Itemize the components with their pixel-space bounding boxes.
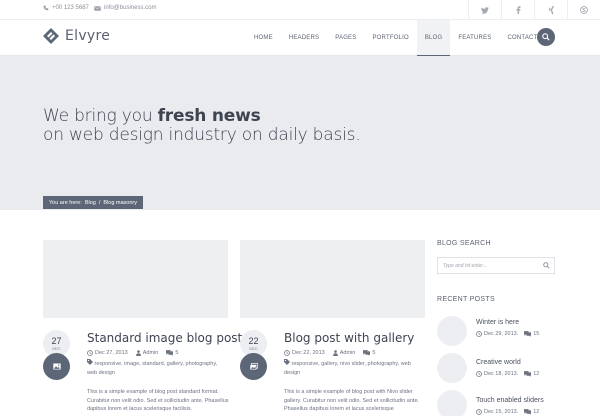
image-icon: [52, 363, 61, 370]
clock-icon: [476, 409, 482, 415]
post-meta: Dec 27, 2013 Admin 5: [87, 350, 178, 356]
search-placeholder: Type and hit enter...: [443, 263, 487, 269]
post-tags[interactable]: responsive, image, standard, gallery, ph…: [87, 359, 227, 378]
tag-icon: [87, 359, 93, 365]
post-format-badge: [240, 353, 267, 380]
recent-posts-heading: RECENT POSTS: [437, 296, 495, 303]
hero-highlight: fresh news: [157, 106, 261, 126]
post-date: Dec 27, 2013: [87, 350, 128, 356]
phone-icon: [43, 5, 49, 11]
clock-icon: [476, 331, 482, 337]
tag-icon: [284, 359, 290, 365]
comments-icon: [363, 350, 371, 356]
post-gallery-placeholder[interactable]: [240, 240, 425, 318]
breadcrumb-prefix: You are here:: [49, 199, 82, 206]
search-icon[interactable]: [543, 262, 550, 269]
logo-icon: [43, 28, 59, 44]
recent-post-title[interactable]: Touch enabled sliders: [476, 397, 544, 404]
post-date-month: DEC: [249, 345, 258, 351]
recent-post-thumb[interactable]: [437, 316, 467, 346]
post-image-placeholder[interactable]: [43, 240, 228, 318]
clock-icon: [476, 371, 482, 377]
top-bar: +00 123 5687 info@business.com: [0, 0, 600, 20]
social-links: [468, 0, 600, 20]
blog-search-heading: BLOG SEARCH: [437, 240, 491, 247]
post-comments[interactable]: 5: [363, 350, 375, 356]
site-header: Elvyre HOME HEADERS PAGES PORTFOLIO BLOG…: [0, 20, 600, 57]
twitter-icon[interactable]: [468, 0, 501, 20]
gallery-icon: [249, 363, 258, 370]
comments-icon: [524, 371, 532, 377]
recent-post-meta: Dec 15, 2013. 12: [476, 409, 539, 415]
page-hero: We bring you fresh news on web design in…: [0, 56, 600, 210]
nav-item-features[interactable]: FEATURES: [450, 20, 499, 56]
breadcrumb-link-blog[interactable]: Blog: [85, 200, 96, 206]
user-icon: [332, 350, 338, 356]
clock-icon: [284, 350, 290, 356]
nav-item-pages[interactable]: PAGES: [327, 20, 364, 56]
phone-number: +00 123 5687: [52, 5, 89, 11]
hero-headline-line1: We bring you fresh news: [43, 106, 261, 126]
post-date-month: DEC: [52, 345, 61, 351]
header-search-button[interactable]: [537, 28, 555, 46]
post-title[interactable]: Standard image blog post: [87, 331, 242, 345]
nav-item-blog[interactable]: BLOG: [416, 20, 451, 57]
post-date-day: 22: [248, 335, 259, 346]
post-format-badge: [43, 353, 70, 380]
breadcrumb-current: Blog masonry: [103, 199, 138, 206]
recent-post-title[interactable]: Creative world: [476, 359, 521, 366]
brand-name: Elvyre: [65, 28, 111, 44]
nav-item-portfolio[interactable]: PORTFOLIO: [364, 20, 416, 56]
recent-post-thumb[interactable]: [437, 353, 467, 383]
email-address[interactable]: info@business.com: [104, 5, 156, 11]
post-author[interactable]: Admin: [135, 350, 158, 356]
main-nav: HOME HEADERS PAGES PORTFOLIO BLOG FEATUR…: [246, 20, 545, 57]
recent-post-thumb[interactable]: [437, 390, 467, 416]
post-author[interactable]: Admin: [332, 350, 355, 356]
blog-search-input[interactable]: Type and hit enter...: [437, 257, 555, 274]
recent-post-title[interactable]: Winter is here: [476, 319, 519, 326]
post-excerpt: This is a simple example of blog post wi…: [284, 389, 420, 412]
site-logo[interactable]: Elvyre: [43, 28, 110, 44]
comments-icon: [524, 331, 532, 337]
email-contact[interactable]: info@business.com: [94, 5, 156, 11]
post-excerpt: This is a simple example of blog post st…: [87, 389, 229, 412]
breadcrumb-separator: /: [98, 199, 101, 206]
xing-icon[interactable]: [534, 0, 567, 20]
post-date: Dec 22, 2013: [284, 350, 325, 356]
comments-icon: [166, 350, 174, 356]
clock-icon: [87, 350, 93, 356]
search-icon: [542, 33, 550, 41]
phone-contact: +00 123 5687: [43, 5, 89, 11]
post-comments[interactable]: 5: [166, 350, 178, 356]
breadcrumb: You are here: Blog / Blog masonry: [43, 196, 144, 209]
post-title[interactable]: Blog post with gallery: [284, 331, 414, 345]
envelope-icon: [94, 5, 101, 11]
nav-item-headers[interactable]: HEADERS: [281, 20, 327, 56]
skype-icon[interactable]: [567, 0, 600, 20]
recent-post-meta: Dec 29, 2013. 15: [476, 331, 539, 337]
post-tags[interactable]: responsive, gallery, nivo slider, photog…: [284, 359, 424, 378]
facebook-icon[interactable]: [501, 0, 534, 20]
nav-item-home[interactable]: HOME: [246, 20, 281, 56]
post-meta: Dec 22, 2013 Admin 5: [284, 350, 375, 356]
recent-post-meta: Dec 18, 2013. 12: [476, 371, 539, 377]
comments-icon: [524, 409, 532, 415]
post-date-day: 27: [51, 335, 62, 346]
user-icon: [135, 350, 141, 356]
hero-headline-line2: on web design industry on daily basis.: [43, 125, 361, 145]
